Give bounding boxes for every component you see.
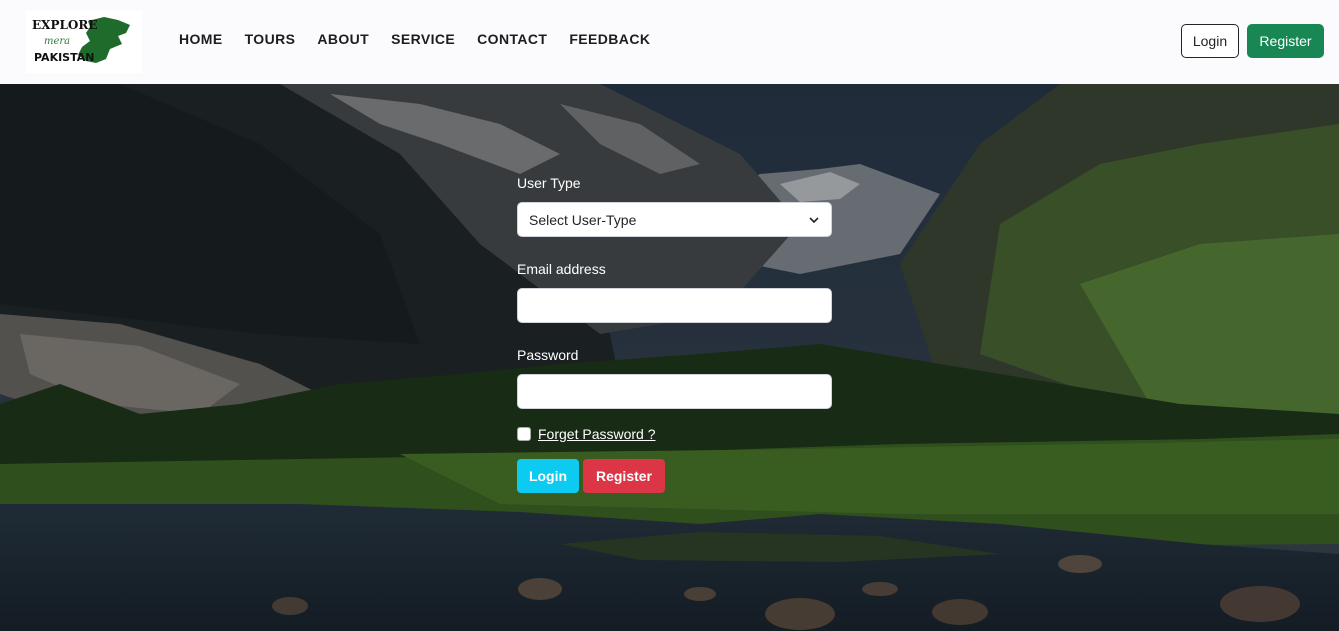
- nav-link-service[interactable]: SERVICE: [391, 31, 455, 47]
- user-type-select[interactable]: Select User-Type: [517, 202, 832, 237]
- pakistan-map-logo-icon: EXPLORE mera PAKISTAN: [32, 17, 130, 64]
- user-type-label: User Type: [517, 175, 581, 191]
- forget-password-link[interactable]: Forget Password ?: [538, 426, 656, 442]
- login-button[interactable]: Login: [517, 459, 579, 493]
- logo-text-pakistan: PAKISTAN: [34, 51, 94, 64]
- nav-link-about[interactable]: ABOUT: [317, 31, 369, 47]
- logo-text-explore: EXPLORE: [32, 18, 98, 32]
- logo-text-mera: mera: [44, 36, 70, 47]
- nav-link-feedback[interactable]: FEEDBACK: [569, 31, 650, 47]
- email-label: Email address: [517, 261, 606, 277]
- password-label: Password: [517, 347, 579, 363]
- form-buttons: Login Register: [517, 459, 832, 493]
- email-field[interactable]: [517, 288, 832, 323]
- chevron-down-icon: [809, 217, 819, 224]
- register-button[interactable]: Register: [583, 459, 665, 493]
- user-type-selected-value: Select User-Type: [529, 211, 637, 228]
- password-field[interactable]: [517, 374, 832, 409]
- nav-register-button[interactable]: Register: [1247, 24, 1324, 58]
- site-logo[interactable]: EXPLORE mera PAKISTAN: [26, 11, 142, 73]
- nav-login-button[interactable]: Login: [1181, 24, 1239, 58]
- forget-password-row: Forget Password ?: [517, 426, 832, 442]
- forget-password-checkbox[interactable]: [517, 427, 531, 441]
- main-nav: HOME TOURS ABOUT SERVICE CONTACT FEEDBAC…: [179, 31, 672, 47]
- nav-link-home[interactable]: HOME: [179, 31, 223, 47]
- login-form: User Type Select User-Type Email address…: [517, 175, 832, 493]
- nav-link-contact[interactable]: CONTACT: [477, 31, 547, 47]
- navbar: EXPLORE mera PAKISTAN HOME TOURS ABOUT S…: [0, 0, 1339, 84]
- nav-link-tours[interactable]: TOURS: [245, 31, 296, 47]
